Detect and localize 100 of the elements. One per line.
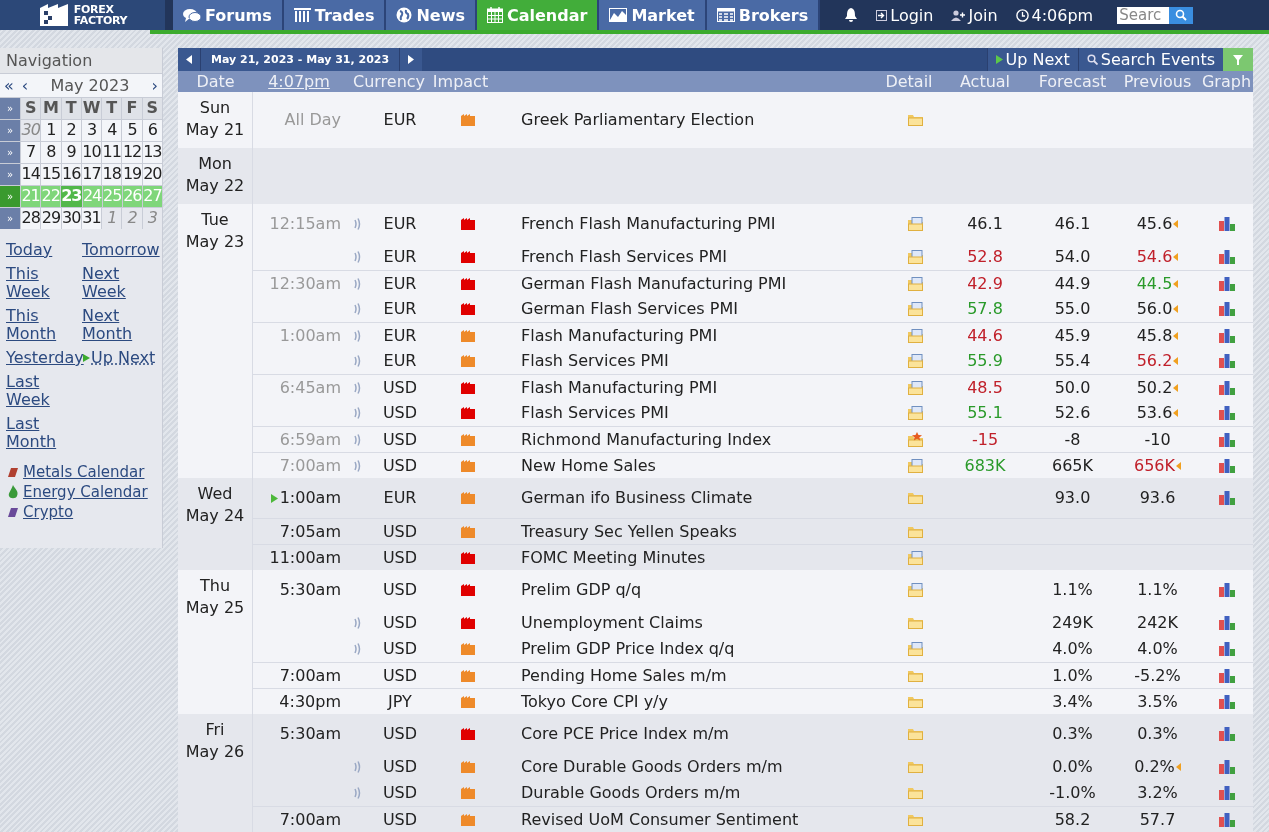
event-title[interactable]: Flash Manufacturing PMI <box>505 325 890 346</box>
impact-icon[interactable] <box>460 355 475 367</box>
date-range[interactable]: May 21, 2023 - May 31, 2023 <box>200 48 401 71</box>
calendar-day[interactable]: 30 <box>60 208 81 229</box>
event-title[interactable]: FOMC Meeting Minutes <box>505 547 890 568</box>
week-selector[interactable]: » <box>0 120 20 141</box>
impact-icon[interactable] <box>460 329 475 342</box>
impact-icon[interactable] <box>460 761 475 773</box>
event-title[interactable]: Durable Goods Orders m/m <box>505 783 890 803</box>
event-title[interactable]: Flash Services PMI <box>505 351 890 371</box>
impact-icon[interactable] <box>460 303 475 315</box>
folder-document-icon[interactable] <box>907 380 923 395</box>
bar-chart-icon[interactable] <box>1218 406 1235 420</box>
date-link[interactable]: Yesterday <box>6 349 82 367</box>
folder-icon[interactable] <box>907 813 923 826</box>
week-selector[interactable]: » <box>0 142 20 163</box>
calendar-link[interactable]: Energy Calendar <box>6 483 156 501</box>
login-link[interactable]: Login <box>876 5 934 25</box>
date-link[interactable]: Next Month <box>82 307 162 343</box>
bar-chart-icon[interactable] <box>1218 380 1235 395</box>
bar-chart-icon[interactable] <box>1218 250 1235 264</box>
event-title[interactable]: Greek Parliamentary Election <box>505 110 890 130</box>
filter-button[interactable] <box>1223 48 1253 71</box>
event-title[interactable]: French Flash Manufacturing PMI <box>505 214 890 234</box>
bar-chart-icon[interactable] <box>1218 583 1235 597</box>
event-title[interactable]: Core Durable Goods Orders m/m <box>505 757 890 777</box>
folder-document-icon[interactable] <box>907 250 923 264</box>
date-link[interactable]: This Week <box>6 265 82 301</box>
join-link[interactable]: Join <box>951 5 998 25</box>
folder-document-icon[interactable] <box>907 550 923 565</box>
event-title[interactable]: Richmond Manufacturing Index <box>505 429 890 450</box>
date-link[interactable]: Tomorrow <box>82 241 162 259</box>
calendar-day[interactable]: 29 <box>40 208 61 229</box>
impact-icon[interactable] <box>460 584 475 596</box>
folder-document-icon[interactable] <box>907 583 923 597</box>
event-title[interactable]: Revised UoM Consumer Sentiment <box>505 809 890 830</box>
impact-icon[interactable] <box>460 551 475 564</box>
impact-icon[interactable] <box>460 251 475 263</box>
event-title[interactable]: Treasury Sec Yellen Speaks <box>505 521 890 542</box>
bar-chart-icon[interactable] <box>1218 458 1235 473</box>
event-title[interactable]: Core PCE Price Index m/m <box>505 724 890 744</box>
calendar-link[interactable]: Metals Calendar <box>6 463 156 481</box>
bar-chart-icon[interactable] <box>1218 642 1235 656</box>
folder-document-icon[interactable] <box>907 328 923 343</box>
nav-tab[interactable]: Forums <box>173 0 284 30</box>
calendar-day[interactable]: 28 <box>20 208 41 229</box>
bar-chart-icon[interactable] <box>1218 812 1235 827</box>
bar-chart-icon[interactable] <box>1218 491 1235 505</box>
calendar-link[interactable]: Crypto <box>6 503 156 521</box>
event-title[interactable]: Tokyo Core CPI y/y <box>505 691 890 712</box>
date-link[interactable]: Last Month <box>6 415 82 451</box>
folder-document-icon[interactable] <box>907 406 923 420</box>
folder-document-icon[interactable] <box>907 276 923 291</box>
event-title[interactable]: German Flash Services PMI <box>505 299 890 319</box>
impact-icon[interactable] <box>460 643 475 655</box>
folder-icon[interactable] <box>907 787 923 799</box>
previous-month-link[interactable]: ‹ <box>21 76 29 95</box>
impact-icon[interactable] <box>460 525 475 538</box>
impact-icon[interactable] <box>460 813 475 826</box>
up-next-button[interactable]: Up Next <box>986 48 1078 71</box>
next-month-link[interactable]: › <box>151 76 158 95</box>
bell-icon[interactable] <box>844 7 859 23</box>
impact-icon[interactable] <box>460 617 475 629</box>
week-selector[interactable]: » <box>0 164 20 185</box>
folder-icon[interactable] <box>907 728 923 740</box>
site-logo[interactable]: FOREX FACTORY <box>0 0 165 30</box>
impact-icon[interactable] <box>460 381 475 394</box>
bar-chart-icon[interactable] <box>1218 217 1235 231</box>
bar-chart-icon[interactable] <box>1218 302 1235 316</box>
folder-icon[interactable] <box>907 492 923 504</box>
folder-icon[interactable] <box>907 114 923 126</box>
impact-icon[interactable] <box>460 114 475 126</box>
event-title[interactable]: German ifo Business Climate <box>505 488 890 508</box>
folder-document-icon[interactable] <box>907 302 923 316</box>
folder-document-icon[interactable] <box>907 458 923 473</box>
impact-icon[interactable] <box>460 459 475 472</box>
bar-chart-icon[interactable] <box>1218 432 1235 447</box>
event-title[interactable]: French Flash Services PMI <box>505 247 890 267</box>
folder-icon[interactable] <box>907 525 923 538</box>
impact-icon[interactable] <box>460 728 475 740</box>
event-title[interactable]: Unemployment Claims <box>505 613 890 633</box>
folder-document-icon[interactable] <box>907 217 923 231</box>
date-link[interactable]: Next Week <box>82 265 162 301</box>
event-title[interactable]: Pending Home Sales m/m <box>505 665 890 686</box>
next-button[interactable] <box>400 48 423 71</box>
event-title[interactable]: Flash Services PMI <box>505 403 890 423</box>
week-selector[interactable]: » <box>0 98 20 119</box>
folder-star-icon[interactable] <box>907 432 923 447</box>
event-title[interactable]: Prelim GDP Price Index q/q <box>505 639 890 659</box>
event-title[interactable]: German Flash Manufacturing PMI <box>505 273 890 294</box>
nav-tab[interactable]: Brokers <box>706 0 821 30</box>
previous-button[interactable] <box>178 48 200 71</box>
date-link[interactable]: Up Next <box>82 349 162 367</box>
impact-icon[interactable] <box>460 218 475 230</box>
nav-tab[interactable]: Market <box>599 0 707 30</box>
impact-icon[interactable] <box>460 669 475 682</box>
date-link[interactable]: This Month <box>6 307 82 343</box>
event-title[interactable]: New Home Sales <box>505 455 890 476</box>
impact-icon[interactable] <box>460 695 475 708</box>
search-button[interactable] <box>1169 6 1194 24</box>
